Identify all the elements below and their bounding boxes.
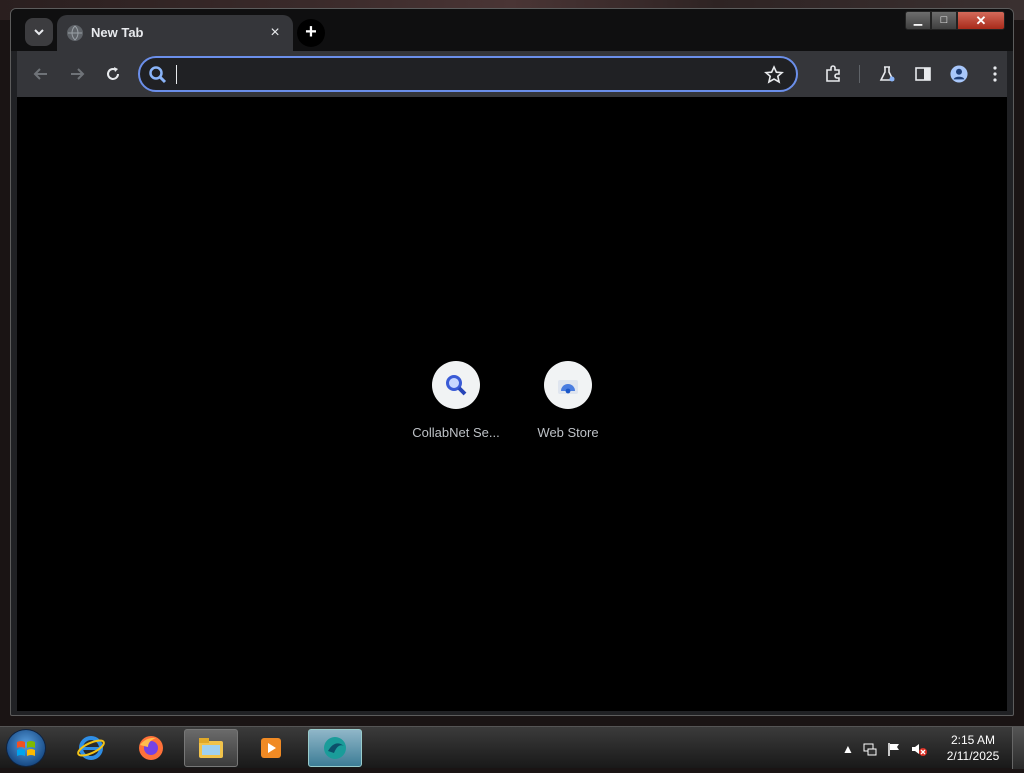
taskbar-media-player[interactable] <box>244 729 298 767</box>
speaker-muted-icon[interactable] <box>910 741 928 757</box>
system-tray: ▲ <box>842 739 928 759</box>
shortcut-label: Web Store <box>537 425 599 440</box>
browser-toolbar <box>17 51 1007 97</box>
file-explorer-icon <box>199 738 223 758</box>
taskbar-file-explorer[interactable] <box>184 729 238 767</box>
text-caret <box>176 65 177 84</box>
taskbar-firefox[interactable] <box>124 729 178 767</box>
menu-button[interactable] <box>983 62 1007 86</box>
labs-button[interactable] <box>875 62 899 86</box>
new-tab-page: CollabNet Se... Web Store <box>17 97 1007 711</box>
new-tab-button[interactable]: + <box>297 19 325 47</box>
back-arrow-icon <box>33 68 47 80</box>
tab-title: New Tab <box>91 25 144 40</box>
minimize-button[interactable]: ▁ <box>905 11 931 30</box>
forward-arrow-icon <box>71 68 85 80</box>
reload-icon <box>107 67 119 80</box>
firefox-icon <box>139 736 163 760</box>
globe-icon <box>67 25 83 41</box>
side-panel-icon <box>915 67 931 81</box>
maximize-button[interactable]: □ <box>931 11 957 30</box>
taskbar-browser[interactable] <box>308 729 362 767</box>
media-player-icon <box>261 738 281 758</box>
internet-explorer-icon <box>77 736 105 760</box>
show-hidden-icons-icon[interactable]: ▲ <box>842 742 854 756</box>
taskbar-internet-explorer[interactable] <box>64 729 118 767</box>
toolbar-divider <box>859 65 860 83</box>
shortcut-tile[interactable]: Web Store <box>513 361 623 440</box>
show-desktop-button[interactable] <box>1012 727 1024 769</box>
shortcut-tile[interactable]: CollabNet Se... <box>401 361 511 440</box>
side-panel-button[interactable] <box>911 62 935 86</box>
magnifier-icon <box>446 375 467 396</box>
address-bar[interactable] <box>138 56 798 92</box>
profile-button[interactable] <box>947 62 971 86</box>
forward-button[interactable] <box>65 62 89 86</box>
shortcut-icon-circle <box>432 361 480 409</box>
reload-button[interactable] <box>101 62 125 86</box>
chevron-down-icon <box>34 29 44 36</box>
bookmark-star-icon[interactable] <box>764 65 784 85</box>
avatar-icon <box>950 65 968 83</box>
network-icon[interactable] <box>862 741 878 757</box>
back-button[interactable] <box>29 62 53 86</box>
action-center-flag-icon[interactable] <box>886 741 902 757</box>
tab-strip: New Tab × + ▁ □ ✕ <box>11 9 1013 51</box>
taskbar-clock[interactable]: 2:15 AM 2/11/2025 <box>940 732 1006 764</box>
start-button[interactable] <box>6 729 46 767</box>
clock-time: 2:15 AM <box>950 733 996 747</box>
tab-new-tab[interactable]: New Tab × <box>57 15 293 51</box>
tab-search-button[interactable] <box>25 18 53 46</box>
browser-app-icon <box>324 737 346 759</box>
tab-close-icon[interactable]: × <box>265 23 285 43</box>
address-input[interactable] <box>174 64 734 86</box>
web-store-icon <box>558 380 578 394</box>
search-icon <box>149 66 167 84</box>
kebab-menu-icon <box>993 66 997 82</box>
shortcut-icon-circle <box>544 361 592 409</box>
puzzle-icon <box>826 65 840 82</box>
windows-logo-icon <box>17 741 35 756</box>
close-window-button[interactable]: ✕ <box>957 11 1005 30</box>
extensions-button[interactable] <box>821 62 845 86</box>
flask-icon <box>879 66 895 82</box>
taskbar: ▲ 2:15 AM 2/11/2025 <box>0 726 1024 769</box>
browser-window: New Tab × + ▁ □ ✕ CollabNet Se... Web St… <box>10 8 1014 716</box>
clock-date: 2/11/2025 <box>946 749 1000 763</box>
shortcut-label: CollabNet Se... <box>412 425 500 440</box>
